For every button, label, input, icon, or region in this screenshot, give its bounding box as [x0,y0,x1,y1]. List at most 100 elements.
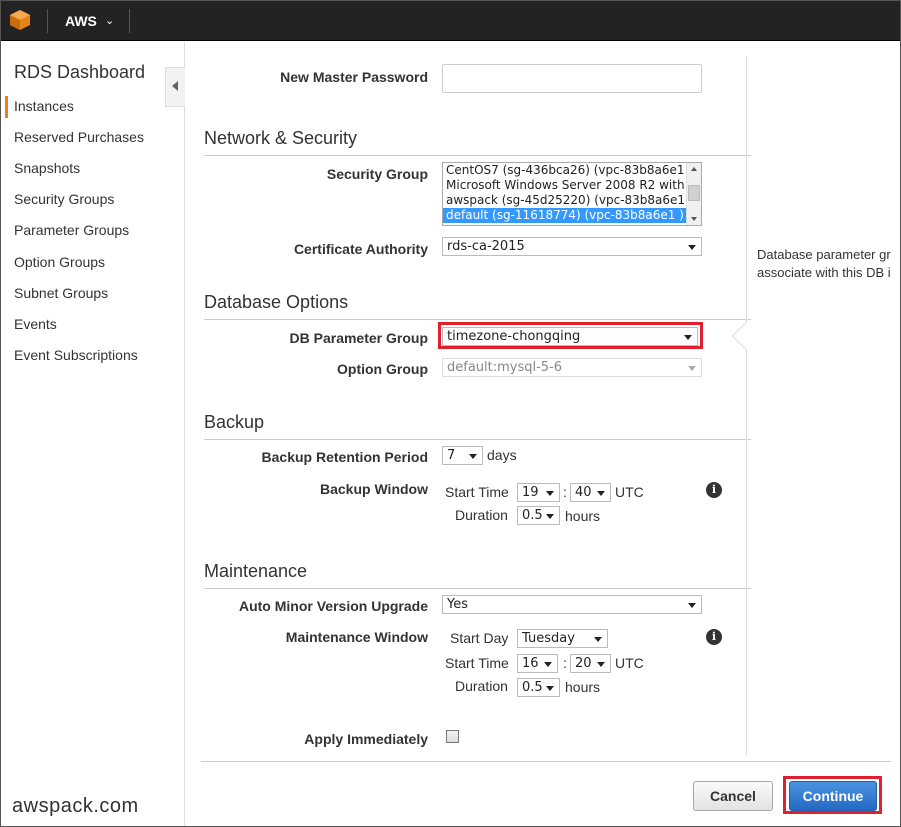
backup-retention-value: 7 [447,448,456,463]
maintenance-duration-value: 0.5 [522,680,543,695]
maintenance-start-hour-select[interactable]: 16 [517,654,558,673]
sidebar-collapse-button[interactable] [165,67,185,107]
maintenance-start-time-label: Start Time [445,655,509,671]
apply-immediately-checkbox[interactable] [446,730,459,743]
modify-instance-form: New Master Password Network & Security S… [186,42,751,757]
help-panel: Database parameter gr associate with thi… [746,56,901,756]
section-heading-maintenance: Maintenance [204,561,751,589]
dropdown-arrow-icon [546,514,554,519]
dropdown-arrow-icon [469,454,477,459]
active-indicator [5,96,8,118]
backup-start-minute-select[interactable]: 40 [570,483,611,502]
sidebar: RDS Dashboard Instances Reserved Purchas… [1,42,185,826]
backup-duration-select[interactable]: 0.5 [517,506,560,525]
backup-retention-label: Backup Retention Period [261,449,428,465]
option-group-label: Option Group [337,361,428,377]
certificate-authority-select[interactable]: rds-ca-2015 [442,237,702,256]
dropdown-arrow-icon [597,491,605,496]
sidebar-item-option-groups[interactable]: Option Groups [14,254,105,270]
sidebar-item-subnet-groups[interactable]: Subnet Groups [14,285,108,301]
help-text-line: associate with this DB i [757,265,891,280]
maintenance-tz-text: UTC [615,655,644,671]
section-heading-network: Network & Security [204,128,751,156]
help-text-line: Database parameter gr [757,247,891,262]
security-group-option-selected[interactable]: default (sg-11618774) (vpc-83b8a6e1 ) [443,208,701,223]
section-heading-backup: Backup [204,412,751,440]
security-group-option[interactable]: CentOS7 (sg-436bca26) (vpc-83b8a6e1 ) [443,163,701,178]
scroll-down-icon[interactable] [691,217,697,221]
info-icon[interactable]: i [706,629,722,645]
sidebar-item-event-subscriptions[interactable]: Event Subscriptions [14,347,138,363]
dropdown-arrow-icon [688,245,696,250]
aws-logo-icon[interactable] [9,9,31,31]
backup-start-hour-value: 19 [522,485,539,500]
scroll-up-icon[interactable] [691,167,697,171]
listbox-scrollbar[interactable] [686,163,701,225]
dropdown-arrow-icon [546,491,554,496]
maintenance-duration-select[interactable]: 0.5 [517,678,560,697]
certificate-authority-value: rds-ca-2015 [447,239,525,254]
auto-minor-upgrade-label: Auto Minor Version Upgrade [238,598,428,614]
sidebar-title[interactable]: RDS Dashboard [14,62,145,83]
time-separator: : [563,484,567,500]
backup-start-time-label: Start Time [445,484,509,500]
dropdown-arrow-icon [544,662,552,667]
master-password-input[interactable] [442,64,702,93]
sidebar-item-security-groups[interactable]: Security Groups [14,191,114,207]
sidebar-item-snapshots[interactable]: Snapshots [14,160,80,176]
sidebar-item-parameter-groups[interactable]: Parameter Groups [14,222,129,238]
maintenance-window-label: Maintenance Window [285,629,428,645]
retention-unit-text: days [487,447,517,463]
apply-immediately-label: Apply Immediately [304,731,428,747]
db-parameter-group-label: DB Parameter Group [289,330,428,346]
top-navigation-bar: AWS ⌄ [1,1,900,41]
dropdown-arrow-icon [546,686,554,691]
dropdown-arrow-icon [688,603,696,608]
master-password-label: New Master Password [280,69,428,85]
dropdown-arrow-icon [594,637,602,642]
maintenance-start-hour-value: 16 [522,656,539,671]
time-separator: : [563,655,567,671]
cancel-button[interactable]: Cancel [693,781,773,811]
maintenance-start-minute-select[interactable]: 20 [570,654,611,673]
maintenance-start-day-value: Tuesday [522,631,575,646]
security-group-listbox[interactable]: CentOS7 (sg-436bca26) (vpc-83b8a6e1 ) Mi… [442,162,702,226]
sidebar-item-events[interactable]: Events [14,316,57,332]
watermark-text: awspack.com [12,795,139,817]
chevron-down-icon[interactable]: ⌄ [105,14,114,27]
backup-duration-label: Duration [455,507,508,523]
sidebar-item-instances[interactable]: Instances [14,98,74,114]
backup-duration-value: 0.5 [522,508,543,523]
backup-window-label: Backup Window [320,481,428,497]
option-group-select: default:mysql-5-6 [442,358,702,377]
section-heading-database-options: Database Options [204,292,751,320]
maintenance-start-day-label: Start Day [450,630,509,646]
sidebar-item-reserved-purchases[interactable]: Reserved Purchases [14,129,144,145]
maintenance-duration-unit: hours [565,679,601,695]
security-group-option[interactable]: Microsoft Windows Server 2008 R2 with S [443,178,701,193]
certificate-authority-label: Certificate Authority [293,241,428,257]
highlight-box [438,322,703,349]
backup-tz-text: UTC [615,484,644,500]
info-icon[interactable]: i [706,482,722,498]
option-group-value: default:mysql-5-6 [447,360,563,375]
backup-start-minute-value: 40 [575,485,592,500]
scroll-thumb[interactable] [688,185,700,201]
maintenance-duration-label: Duration [455,678,508,694]
backup-retention-select[interactable]: 7 [442,446,483,465]
backup-duration-unit: hours [565,508,601,524]
auto-minor-upgrade-select[interactable]: Yes [442,595,702,614]
chevron-left-icon [172,81,178,91]
maintenance-start-day-select[interactable]: Tuesday [517,629,608,648]
dropdown-arrow-icon [688,366,696,371]
footer-divider [201,761,891,762]
auto-minor-upgrade-value: Yes [447,597,468,612]
dropdown-arrow-icon [597,662,605,667]
topbar-divider [129,9,130,33]
backup-start-hour-select[interactable]: 19 [517,483,560,502]
help-text: Database parameter gr associate with thi… [757,246,901,282]
maintenance-start-minute-value: 20 [575,656,592,671]
security-group-option[interactable]: awspack (sg-45d25220) (vpc-83b8a6e1 ) [443,193,701,208]
aws-services-menu[interactable]: AWS [65,13,97,29]
highlight-box [783,776,882,814]
